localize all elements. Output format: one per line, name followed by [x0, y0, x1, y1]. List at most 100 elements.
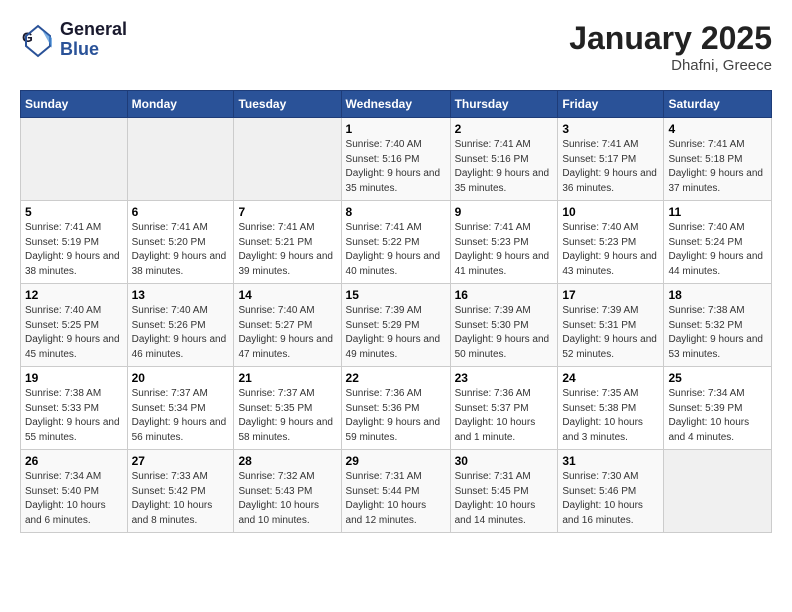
day-info: Sunrise: 7:40 AM Sunset: 5:16 PM Dayligh… [346, 138, 446, 196]
day-info: Sunrise: 7:40 AM Sunset: 5:25 PM Dayligh… [25, 304, 123, 362]
calendar-cell: 13Sunrise: 7:40 AM Sunset: 5:26 PM Dayli… [127, 284, 234, 367]
calendar-cell: 3Sunrise: 7:41 AM Sunset: 5:17 PM Daylig… [558, 118, 664, 201]
col-header-wednesday: Wednesday [341, 91, 450, 118]
calendar-cell: 26 Sunrise: 7:34 AM Sunset: 5:40 PM Dayli… [21, 450, 128, 533]
day-info: Sunrise: 7:40 AM Sunset: 5:24 PM Dayligh… [668, 221, 767, 279]
calendar-cell: 28 Sunrise: 7:32 AM Sunset: 5:43 PM Dayli… [234, 450, 341, 533]
day-number: 9 [455, 205, 554, 219]
calendar-cell: 20 Sunrise: 7:37 AM Sunset: 5:34 PM Dayli… [127, 367, 234, 450]
day-number: 26 [25, 454, 123, 468]
day-info: Sunrise: 7:39 AM Sunset: 5:29 PM Dayligh… [346, 304, 446, 362]
calendar-cell: 19 Sunrise: 7:38 AM Sunset: 5:33 PM Dayli… [21, 367, 128, 450]
day-number: 31 [562, 454, 659, 468]
day-info: Sunrise: 7:40 AM Sunset: 5:26 PM Dayligh… [132, 304, 230, 362]
day-number: 2 [455, 122, 554, 136]
calendar-table: SundayMondayTuesdayWednesdayThursdayFrid… [20, 90, 772, 533]
day-info: Sunrise: 7:41 AM Sunset: 5:20 PM Dayligh… [132, 221, 230, 279]
logo-general: General [60, 20, 127, 40]
day-number: 23 [455, 371, 554, 385]
day-info: Sunrise: 7:36 AM Sunset: 5:37 PM Dayligh… [455, 387, 554, 445]
day-info: Sunrise: 7:34 AM Sunset: 5:39 PM Dayligh… [668, 387, 767, 445]
calendar-cell: 5 Sunrise: 7:41 AM Sunset: 5:19 PM Daylig… [21, 201, 128, 284]
col-header-tuesday: Tuesday [234, 91, 341, 118]
col-header-friday: Friday [558, 91, 664, 118]
col-header-saturday: Saturday [664, 91, 772, 118]
calendar-cell [21, 118, 128, 201]
calendar-cell: 2Sunrise: 7:41 AM Sunset: 5:16 PM Daylig… [450, 118, 558, 201]
calendar-cell: 16 Sunrise: 7:39 AM Sunset: 5:30 PM Dayli… [450, 284, 558, 367]
day-number: 4 [668, 122, 767, 136]
day-info: Sunrise: 7:33 AM Sunset: 5:42 PM Dayligh… [132, 470, 230, 528]
day-info: Sunrise: 7:41 AM Sunset: 5:17 PM Dayligh… [562, 138, 659, 196]
title-block: January 2025 Dhafni, Greece [569, 20, 772, 74]
calendar-cell: 6 Sunrise: 7:41 AM Sunset: 5:20 PM Daylig… [127, 201, 234, 284]
calendar-cell: 8Sunrise: 7:41 AM Sunset: 5:22 PM Daylig… [341, 201, 450, 284]
day-number: 10 [562, 205, 659, 219]
calendar-cell: 15 Sunrise: 7:39 AM Sunset: 5:29 PM Dayli… [341, 284, 450, 367]
day-number: 17 [562, 288, 659, 302]
calendar-cell: 10 Sunrise: 7:40 AM Sunset: 5:23 PM Dayli… [558, 201, 664, 284]
calendar-cell: 9Sunrise: 7:41 AM Sunset: 5:23 PM Daylig… [450, 201, 558, 284]
col-header-monday: Monday [127, 91, 234, 118]
col-header-sunday: Sunday [21, 91, 128, 118]
day-number: 5 [25, 205, 123, 219]
day-number: 30 [455, 454, 554, 468]
day-info: Sunrise: 7:30 AM Sunset: 5:46 PM Dayligh… [562, 470, 659, 528]
day-info: Sunrise: 7:35 AM Sunset: 5:38 PM Dayligh… [562, 387, 659, 445]
day-info: Sunrise: 7:40 AM Sunset: 5:27 PM Dayligh… [238, 304, 336, 362]
week-row-2: 5 Sunrise: 7:41 AM Sunset: 5:19 PM Daylig… [21, 201, 772, 284]
calendar-header-row: SundayMondayTuesdayWednesdayThursdayFrid… [21, 91, 772, 118]
week-row-3: 12 Sunrise: 7:40 AM Sunset: 5:25 PM Dayli… [21, 284, 772, 367]
day-info: Sunrise: 7:34 AM Sunset: 5:40 PM Dayligh… [25, 470, 123, 528]
calendar-cell: 27 Sunrise: 7:33 AM Sunset: 5:42 PM Dayli… [127, 450, 234, 533]
day-info: Sunrise: 7:41 AM Sunset: 5:19 PM Dayligh… [25, 221, 123, 279]
day-info: Sunrise: 7:41 AM Sunset: 5:21 PM Dayligh… [238, 221, 336, 279]
day-number: 16 [455, 288, 554, 302]
day-info: Sunrise: 7:38 AM Sunset: 5:32 PM Dayligh… [668, 304, 767, 362]
day-info: Sunrise: 7:39 AM Sunset: 5:30 PM Dayligh… [455, 304, 554, 362]
calendar-cell: 22 Sunrise: 7:36 AM Sunset: 5:36 PM Dayli… [341, 367, 450, 450]
day-info: Sunrise: 7:36 AM Sunset: 5:36 PM Dayligh… [346, 387, 446, 445]
day-number: 27 [132, 454, 230, 468]
day-number: 11 [668, 205, 767, 219]
week-row-1: 1Sunrise: 7:40 AM Sunset: 5:16 PM Daylig… [21, 118, 772, 201]
page-header: G General Blue January 2025 Dhafni, Gree… [20, 20, 772, 74]
day-number: 24 [562, 371, 659, 385]
day-info: Sunrise: 7:37 AM Sunset: 5:34 PM Dayligh… [132, 387, 230, 445]
day-number: 18 [668, 288, 767, 302]
day-info: Sunrise: 7:31 AM Sunset: 5:44 PM Dayligh… [346, 470, 446, 528]
day-info: Sunrise: 7:37 AM Sunset: 5:35 PM Dayligh… [238, 387, 336, 445]
day-number: 15 [346, 288, 446, 302]
col-header-thursday: Thursday [450, 91, 558, 118]
day-number: 6 [132, 205, 230, 219]
day-number: 29 [346, 454, 446, 468]
day-number: 19 [25, 371, 123, 385]
calendar-cell: 21 Sunrise: 7:37 AM Sunset: 5:35 PM Dayli… [234, 367, 341, 450]
day-number: 28 [238, 454, 336, 468]
day-number: 7 [238, 205, 336, 219]
calendar-cell [127, 118, 234, 201]
week-row-4: 19 Sunrise: 7:38 AM Sunset: 5:33 PM Dayli… [21, 367, 772, 450]
calendar-cell: 14Sunrise: 7:40 AM Sunset: 5:27 PM Dayli… [234, 284, 341, 367]
calendar-cell: 17Sunrise: 7:39 AM Sunset: 5:31 PM Dayli… [558, 284, 664, 367]
calendar-cell [664, 450, 772, 533]
day-info: Sunrise: 7:38 AM Sunset: 5:33 PM Dayligh… [25, 387, 123, 445]
calendar-cell: 29 Sunrise: 7:31 AM Sunset: 5:44 PM Dayli… [341, 450, 450, 533]
day-info: Sunrise: 7:40 AM Sunset: 5:23 PM Dayligh… [562, 221, 659, 279]
calendar-cell: 7 Sunrise: 7:41 AM Sunset: 5:21 PM Daylig… [234, 201, 341, 284]
calendar-cell [234, 118, 341, 201]
calendar-cell: 1Sunrise: 7:40 AM Sunset: 5:16 PM Daylig… [341, 118, 450, 201]
calendar-cell: 11 Sunrise: 7:40 AM Sunset: 5:24 PM Dayli… [664, 201, 772, 284]
week-row-5: 26 Sunrise: 7:34 AM Sunset: 5:40 PM Dayli… [21, 450, 772, 533]
day-info: Sunrise: 7:32 AM Sunset: 5:43 PM Dayligh… [238, 470, 336, 528]
day-number: 20 [132, 371, 230, 385]
logo: G General Blue [20, 20, 127, 60]
day-number: 25 [668, 371, 767, 385]
day-number: 21 [238, 371, 336, 385]
day-info: Sunrise: 7:41 AM Sunset: 5:18 PM Dayligh… [668, 138, 767, 196]
logo-blue: Blue [60, 40, 127, 60]
day-number: 22 [346, 371, 446, 385]
calendar-cell: 18 Sunrise: 7:38 AM Sunset: 5:32 PM Dayli… [664, 284, 772, 367]
day-number: 12 [25, 288, 123, 302]
calendar-cell: 31 Sunrise: 7:30 AM Sunset: 5:46 PM Dayli… [558, 450, 664, 533]
